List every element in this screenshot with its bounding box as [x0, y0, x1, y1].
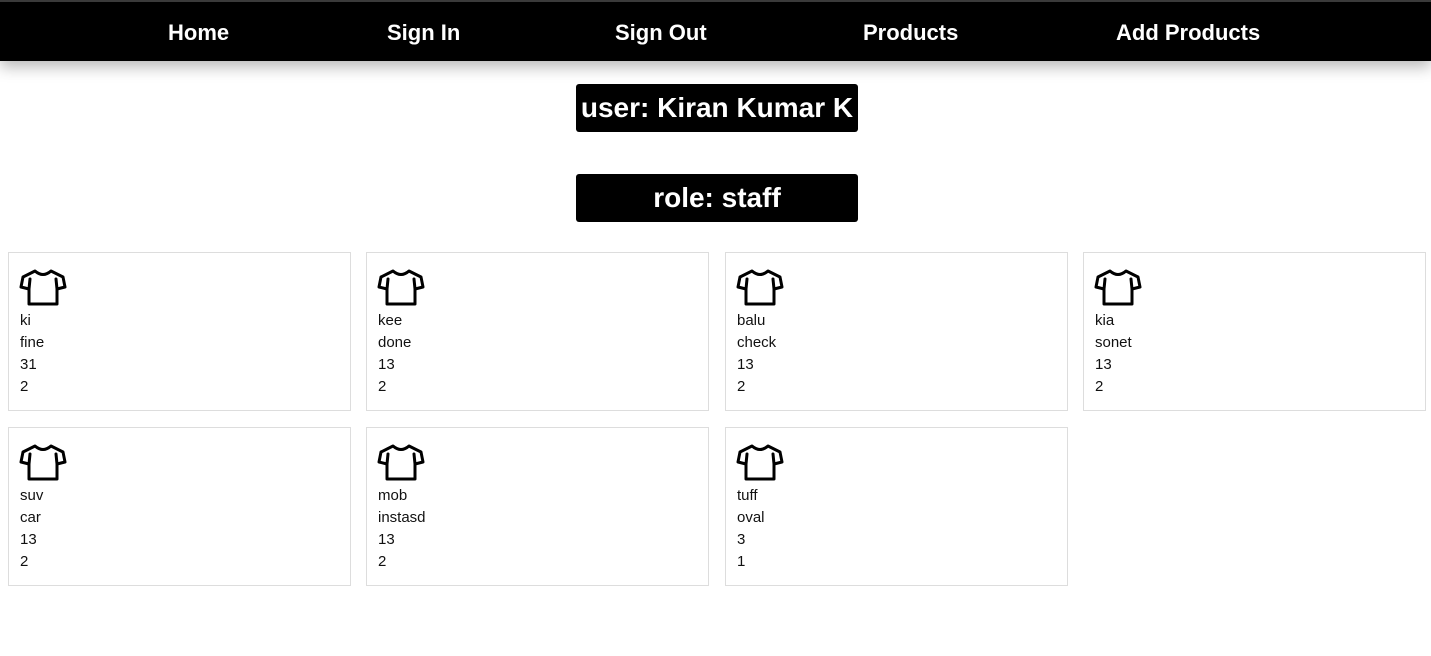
- product-quantity: 2: [737, 378, 746, 395]
- product-name: tuff: [737, 487, 758, 504]
- product-name: mob: [378, 487, 408, 504]
- product-price: 13: [1095, 356, 1112, 373]
- product-price: 31: [20, 356, 37, 373]
- product-card[interactable]: tuff oval 3 1: [725, 427, 1068, 586]
- product-price: 3: [737, 531, 746, 548]
- product-price: 13: [20, 531, 37, 548]
- nav-sign-in-link[interactable]: Sign In: [387, 18, 460, 48]
- tshirt-icon: [19, 444, 67, 481]
- product-name: suv: [20, 487, 44, 504]
- nav-products-link[interactable]: Products: [863, 18, 958, 48]
- product-card[interactable]: kee done 13 2: [366, 252, 709, 411]
- tshirt-icon: [736, 444, 784, 481]
- top-navbar: Home Sign In Sign Out Products Add Produ…: [0, 0, 1431, 61]
- tshirt-icon: [377, 444, 425, 481]
- product-description: sonet: [1095, 334, 1132, 351]
- product-quantity: 2: [20, 553, 29, 570]
- tshirt-icon: [19, 269, 67, 306]
- product-price: 13: [378, 531, 395, 548]
- tshirt-icon: [736, 269, 784, 306]
- nav-sign-out-link[interactable]: Sign Out: [615, 18, 707, 48]
- product-quantity: 2: [20, 378, 29, 395]
- product-name: ki: [20, 312, 31, 329]
- nav-home-link[interactable]: Home: [168, 18, 229, 48]
- product-card[interactable]: mob instasd 13 2: [366, 427, 709, 586]
- product-description: check: [737, 334, 777, 351]
- product-card[interactable]: suv car 13 2: [8, 427, 351, 586]
- nav-add-products-link[interactable]: Add Products: [1116, 18, 1260, 48]
- tshirt-icon: [1094, 269, 1142, 306]
- product-name: balu: [737, 312, 766, 329]
- user-badge: user: Kiran Kumar K: [576, 84, 858, 132]
- product-name: kia: [1095, 312, 1115, 329]
- product-price: 13: [378, 356, 395, 373]
- product-quantity: 1: [737, 553, 746, 570]
- product-price: 13: [737, 356, 754, 373]
- product-description: fine: [20, 334, 45, 351]
- product-quantity: 2: [378, 378, 387, 395]
- product-quantity: 2: [378, 553, 387, 570]
- product-description: instasd: [378, 509, 426, 526]
- product-name: kee: [378, 312, 403, 329]
- product-quantity: 2: [1095, 378, 1104, 395]
- product-description: oval: [737, 509, 765, 526]
- product-card[interactable]: ki fine 31 2: [8, 252, 351, 411]
- product-description: car: [20, 509, 41, 526]
- tshirt-icon: [377, 269, 425, 306]
- product-card[interactable]: balu check 13 2: [725, 252, 1068, 411]
- product-description: done: [378, 334, 412, 351]
- product-card[interactable]: kia sonet 13 2: [1083, 252, 1426, 411]
- role-badge: role: staff: [576, 174, 858, 222]
